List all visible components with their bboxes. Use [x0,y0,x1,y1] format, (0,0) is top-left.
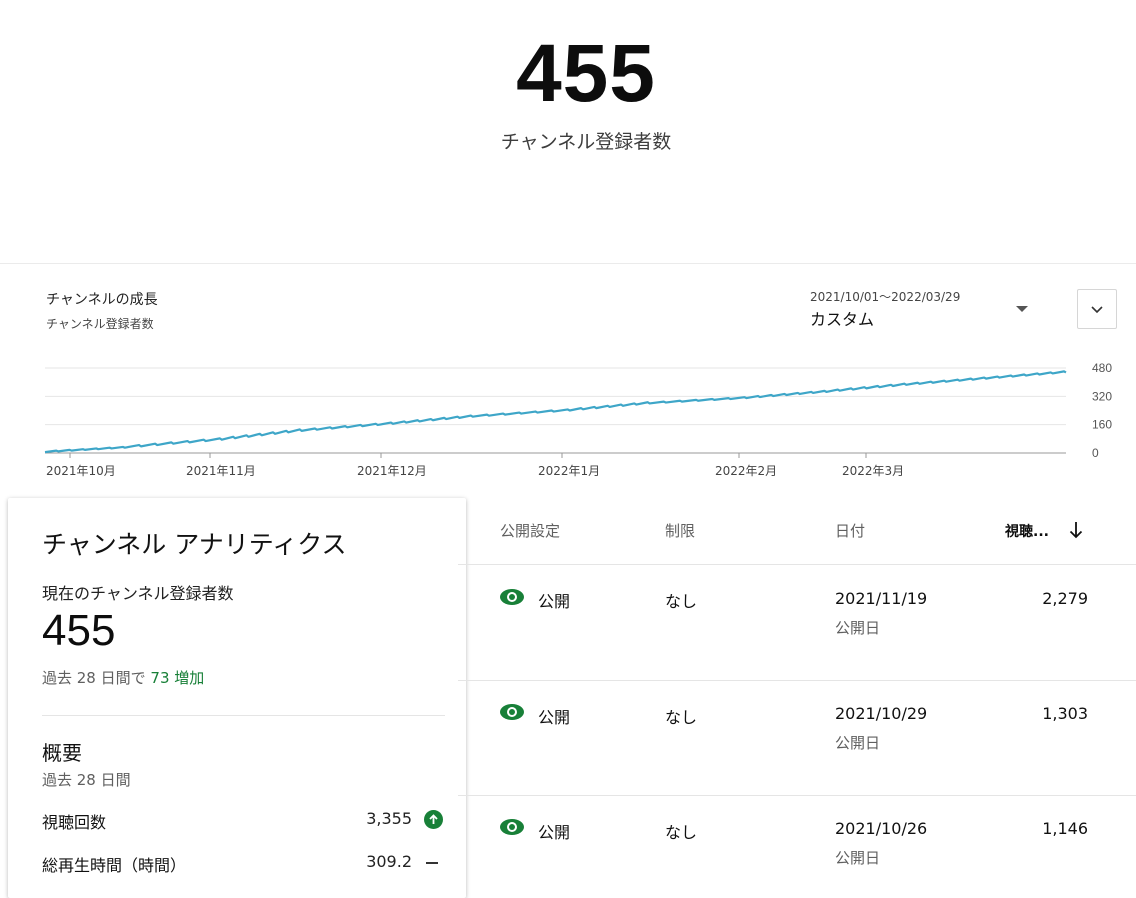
x-tick-label: 2021年10月 [46,464,116,478]
y-tick-label: 480 [1092,361,1112,375]
period-select[interactable]: カスタム [810,306,874,330]
x-tick-label: 2022年3月 [842,464,904,478]
metric-views-label: 視聴回数 [42,813,107,832]
y-tick-label: 160 [1092,418,1112,432]
row-visibility[interactable]: 公開 [538,588,570,612]
growth-chart-title: チャンネルの成長 [46,292,158,308]
summary-period: 過去 28 日間 [42,771,131,789]
metric-views-value: 3,355 [366,809,412,828]
section-divider [0,263,1136,264]
x-tick-label: 2022年1月 [538,464,600,478]
caret-down-icon[interactable] [1016,306,1028,312]
subscriber-count-label: チャンネル登録者数 [500,131,672,153]
chevron-down-icon [1091,306,1103,314]
y-tick-label: 0 [1092,446,1099,460]
dash-icon [426,862,438,864]
arrow-down-icon[interactable] [1067,520,1085,544]
row-views: 1,303 [1042,704,1088,723]
eye-icon [499,703,525,725]
analytics-card-title: チャンネル アナリティクス [42,530,347,559]
arrow-up-icon [424,810,443,829]
row-date-sub: 公開日 [835,734,881,752]
summary-title: 概要 [42,741,82,765]
x-tick-label: 2022年2月 [715,464,777,478]
column-header-date[interactable]: 日付 [835,520,865,541]
column-header-views[interactable]: 視聴... [1005,521,1049,541]
expand-chart-button[interactable] [1077,289,1117,329]
eye-icon [499,818,525,840]
delta-value: 73 増加 [150,669,205,687]
date-range-text[interactable]: 2021/10/01～2022/03/29 [810,288,960,305]
table-row-divider [458,680,1136,681]
subscriber-series-line [44,370,1067,454]
row-visibility[interactable]: 公開 [538,704,570,728]
table-row-divider [458,795,1136,796]
subscriber-count-large: 455 [516,28,656,119]
y-tick-label: 320 [1092,389,1112,403]
row-views: 2,279 [1042,589,1088,608]
row-date-sub: 公開日 [835,619,881,637]
row-views: 1,146 [1042,819,1088,838]
row-restriction: なし [665,823,698,842]
growth-line-chart: 0 160 320 480 2021年10月 2021年11月 2021年12月 2022年1… [44,361,1112,478]
column-header-visibility[interactable]: 公開設定 [500,520,560,541]
row-date: 2021/10/26 [835,819,928,838]
metric-watch-time-label: 総再生時間（時間） [42,856,187,875]
row-date: 2021/10/29 [835,704,928,723]
delta-prefix: 過去 28 日間で [42,669,146,687]
card-divider [42,715,445,716]
current-subscribers-label: 現在のチャンネル登録者数 [42,584,234,603]
current-subscribers-value: 455 [42,606,116,655]
row-restriction: なし [665,592,698,611]
row-restriction: なし [665,708,698,727]
x-tick-label: 2021年11月 [186,464,256,478]
row-date-sub: 公開日 [835,849,881,867]
column-header-restriction[interactable]: 制限 [665,520,695,541]
row-date: 2021/11/19 [835,589,928,608]
row-visibility[interactable]: 公開 [538,819,570,843]
metric-watch-time-value: 309.2 [366,852,412,871]
x-tick-label: 2021年12月 [357,464,427,478]
growth-chart-subtitle: チャンネル登録者数 [46,317,154,331]
eye-icon [499,588,525,610]
subscriber-delta: 過去 28 日間で 73 増加 [42,667,204,688]
table-row-divider [458,564,1136,565]
